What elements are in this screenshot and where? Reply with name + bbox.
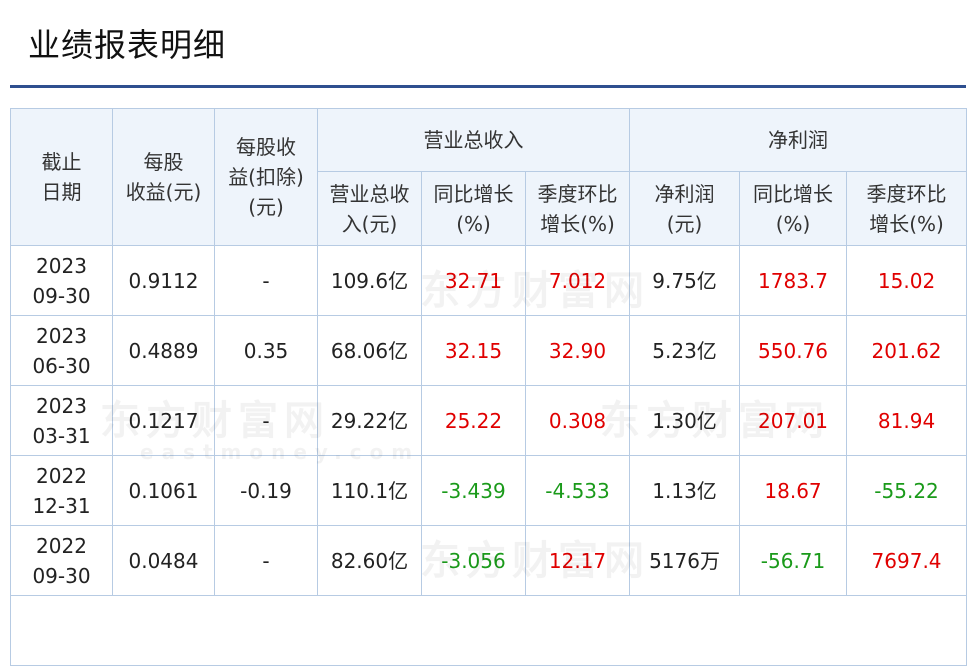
cell-eps: 0.1061 [112,455,215,526]
cell-profit: 1.30亿 [629,385,741,456]
cell-revenue-qoq: -4.533 [524,455,631,526]
cell-revenue: 68.06亿 [317,315,422,386]
cell-date: 2023 09-30 [10,245,113,316]
cell-revenue-yoy: -3.439 [421,455,526,526]
cell-profit-yoy: -56.71 [739,525,848,596]
cell-date: 2023 06-30 [10,315,113,386]
header-revenue: 营业总收 入(元) [317,171,422,246]
cell-revenue: 109.6亿 [317,245,422,316]
cell-profit: 5176万 [629,525,741,596]
cell-revenue-yoy: 25.22 [421,385,526,456]
page-title: 业绩报表明细 [28,26,227,64]
cell-profit-qoq: 15.02 [846,245,968,316]
cell-revenue-qoq: 32.90 [524,315,631,386]
header-revenue-qoq: 季度环比 增长(%) [524,171,631,246]
cell-profit: 1.13亿 [629,455,741,526]
header-revenue-group: 营业总收入 [316,108,631,172]
table-body: 2023 09-30 0.9112-109.6亿 32.71 7.012 9.75亿 178… [9,245,968,666]
cell-profit-yoy: 207.01 [739,385,848,456]
cell-profit-qoq: 7697.4 [846,525,968,596]
table-row: 2023 09-30 0.9112-109.6亿 32.71 7.012 9.75亿 178… [10,245,968,316]
header-revenue-yoy: 同比增长 (%) [421,171,526,246]
cell-eps: 0.9112 [112,245,215,316]
cell-date: 2023 03-31 [10,385,113,456]
cell-date: 2022 09-30 [10,525,113,596]
cell-eps-deducted: 0.35 [214,315,318,386]
title-divider [10,85,966,88]
cell-eps: 0.1217 [112,385,215,456]
table-footer-cell [9,595,968,666]
header-row-group: 截止 日期 每股 收益(元) 每股收 益(扣除) (元) 营业总收入 净利润 [10,108,968,246]
cell-profit-qoq: 81.94 [846,385,968,456]
cell-profit-yoy: 550.76 [739,315,848,386]
cell-profit-yoy: 1783.7 [739,245,848,316]
table-row: 2022 12-31 0.1061 -0.19 110.1亿 -3.439 -4.533 1.… [10,455,968,526]
cell-eps-deducted: - [214,385,318,456]
cell-revenue: 29.22亿 [317,385,422,456]
cell-profit-yoy: 18.67 [739,455,848,526]
cell-profit: 9.75亿 [629,245,741,316]
cell-profit-qoq: -55.22 [846,455,968,526]
header-profit-group: 净利润 [629,108,968,172]
header-eps: 每股 收益(元) [112,108,215,246]
header-profit: 净利润 (元) [629,171,741,246]
table-footer-row [9,595,968,666]
header-date: 截止 日期 [10,108,113,246]
cell-revenue-qoq: 7.012 [524,245,631,316]
header-profit-qoq: 季度环比 增长(%) [846,171,968,246]
cell-profit: 5.23亿 [629,315,741,386]
header-eps-deducted: 每股收 益(扣除) (元) [214,108,318,246]
cell-revenue-qoq: 12.17 [524,525,631,596]
cell-revenue: 82.60亿 [317,525,422,596]
earnings-table: 截止 日期 每股 收益(元) 每股收 益(扣除) (元) 营业总收入 净利润 营业总收入… [9,108,968,666]
cell-eps-deducted: -0.19 [214,455,318,526]
table-row: 2023 06-30 0.4889 0.35 68.06亿 32.15 32.90 5.23亿… [10,315,968,386]
cell-eps: 0.0484 [112,525,215,596]
cell-eps-deducted: - [214,525,318,596]
table-row: 2022 09-30 0.0484-82.60亿 -3.056 12.17 5176万 -5… [10,525,968,596]
table-row: 2023 03-31 0.1217-29.22亿 25.22 0.308 1.30亿 207… [10,385,968,456]
cell-revenue-qoq: 0.308 [524,385,631,456]
cell-eps-deducted: - [214,245,318,316]
cell-revenue-yoy: 32.15 [421,315,526,386]
cell-date: 2022 12-31 [10,455,113,526]
cell-revenue-yoy: 32.71 [421,245,526,316]
cell-eps: 0.4889 [112,315,215,386]
cell-revenue: 110.1亿 [317,455,422,526]
cell-profit-qoq: 201.62 [846,315,968,386]
header-profit-yoy: 同比增长 (%) [739,171,848,246]
cell-revenue-yoy: -3.056 [421,525,526,596]
